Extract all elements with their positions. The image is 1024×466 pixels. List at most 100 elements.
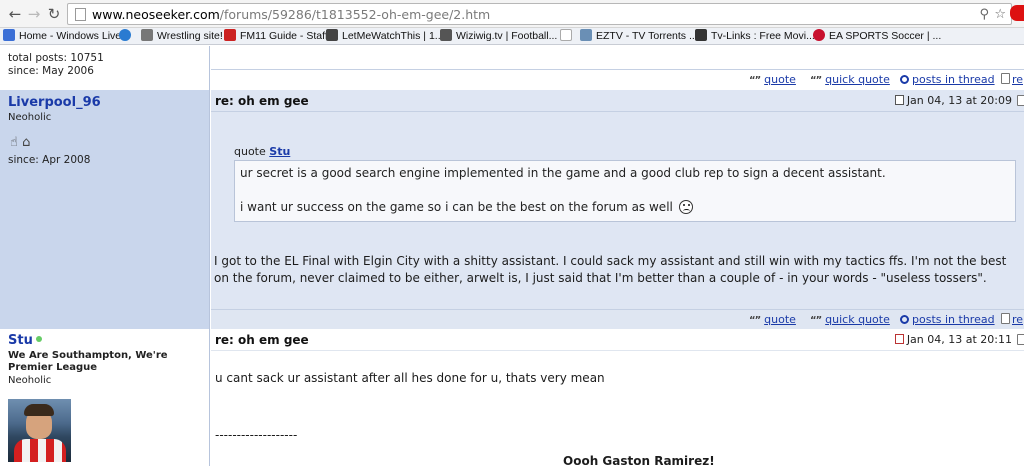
- quote-line-text: i want ur success on the game so i can b…: [240, 200, 673, 214]
- posts-in-thread-action[interactable]: posts in thread: [900, 313, 995, 326]
- bookmark-star-icon[interactable]: ☆: [994, 7, 1006, 22]
- report-action[interactable]: repo: [1001, 73, 1024, 86]
- eztv-icon: [580, 29, 592, 41]
- username-link[interactable]: Stu: [8, 333, 42, 348]
- total-posts: total posts: 10751: [8, 52, 104, 64]
- post-message: u cant sack ur assistant after all hes d…: [215, 371, 605, 385]
- member-since: since: May 2006: [8, 65, 94, 77]
- bookmark-label: Home - Windows Live: [19, 30, 122, 42]
- quote-line: i want ur success on the game so i can b…: [240, 199, 1010, 216]
- ie-icon: [119, 29, 131, 41]
- back-button-icon[interactable]: ←: [6, 5, 24, 23]
- post-date-text: Jan 04, 13 at 20:09: [906, 94, 1012, 107]
- quote-icon: “”: [749, 75, 761, 86]
- quote-link[interactable]: quote: [764, 313, 796, 326]
- post-permalink-icon[interactable]: [894, 95, 904, 105]
- report-link[interactable]: repo: [1012, 73, 1024, 86]
- user-title: We Are Southampton, We're Premier League: [8, 350, 168, 373]
- quote-box: ur secret is a good search engine implem…: [234, 160, 1016, 222]
- bookmark-item[interactable]: Wiziwig.tv | Football...: [440, 29, 557, 44]
- post-permalink-icon[interactable]: [894, 334, 904, 344]
- windows-live-icon: [3, 29, 15, 41]
- report-action[interactable]: repo: [1001, 313, 1024, 326]
- bookmark-item[interactable]: [119, 29, 135, 44]
- previous-post: total posts: 10751 since: May 2006 “” quo…: [0, 46, 1024, 90]
- forum-post: Liverpool_96 Neoholic ☝ ⌂ since: Apr 200…: [0, 90, 1024, 329]
- forum-post: Stu We Are Southampton, We're Premier Le…: [0, 329, 1024, 466]
- username-link[interactable]: Liverpool_96: [8, 95, 101, 110]
- user-badge-icons: ☝ ⌂: [10, 135, 30, 150]
- reload-button-icon[interactable]: ↻: [45, 5, 63, 23]
- bookmark-label: EA SPORTS Soccer | ...: [829, 30, 942, 42]
- magnifier-icon: [900, 315, 909, 324]
- post-user-column: Stu We Are Southampton, We're Premier Le…: [0, 329, 210, 466]
- post-actions: “” quote “” quick quote posts in thread re…: [211, 309, 1024, 329]
- blank-page-icon: [560, 29, 572, 41]
- bookmark-item[interactable]: Tv-Links : Free Movi...: [695, 29, 815, 44]
- bookmark-label: LetMeWatchThis | 1...: [342, 30, 444, 42]
- tv-links-icon: [695, 29, 707, 41]
- bookmark-item[interactable]: EA SPORTS Soccer | ...: [813, 29, 941, 44]
- bookmark-label: Wiziwig.tv | Football...: [456, 30, 558, 42]
- magnifier-icon: [900, 75, 909, 84]
- online-status-icon: [35, 336, 42, 342]
- bookmark-item[interactable]: LetMeWatchThis | 1...: [326, 29, 444, 44]
- post-date: Jan 04, 13 at 20:11: [894, 333, 1012, 346]
- posts-in-thread-link[interactable]: posts in thread: [912, 313, 995, 326]
- quick-quote-action[interactable]: “” quick quote: [810, 313, 890, 326]
- quote-author-link[interactable]: Stu: [269, 145, 290, 158]
- hand-icon: ☝: [10, 135, 18, 150]
- quick-quote-link[interactable]: quick quote: [825, 73, 890, 86]
- forum-page: total posts: 10751 since: May 2006 “” quo…: [0, 46, 1024, 466]
- user-rank: Neoholic: [8, 375, 52, 386]
- address-bar[interactable]: www.neoseeker.com/forums/59286/t1813552-…: [67, 3, 1012, 25]
- post-header: re: oh em gee Jan 04, 13 at 20:11: [211, 329, 1024, 351]
- sad-smiley-icon: [678, 200, 693, 214]
- bookmark-label: EZTV - TV Torrents ...: [596, 30, 698, 42]
- letmewatchthis-icon: [326, 29, 338, 41]
- quote-action[interactable]: “” quote: [749, 313, 796, 326]
- post-content: re: oh em gee Jan 04, 13 at 20:09 quote …: [211, 90, 1024, 329]
- bookmark-label: FM11 Guide - Staff: [240, 30, 328, 42]
- report-icon[interactable]: [1017, 334, 1024, 345]
- fm-icon: [224, 29, 236, 41]
- zoom-search-icon[interactable]: ⚲: [979, 7, 989, 22]
- forward-button-icon[interactable]: →: [25, 5, 43, 23]
- post-actions: “” quote “” quick quote posts in thread re…: [211, 69, 1024, 89]
- quick-quote-link[interactable]: quick quote: [825, 313, 890, 326]
- page-icon: [75, 8, 86, 21]
- extension-icon[interactable]: [1010, 5, 1024, 21]
- post-date-text: Jan 04, 13 at 20:11: [906, 333, 1012, 346]
- quote-icon: “”: [749, 315, 761, 326]
- report-icon: [1001, 313, 1010, 324]
- posts-in-thread-action[interactable]: posts in thread: [900, 73, 995, 86]
- bookmark-item[interactable]: EZTV - TV Torrents ...: [580, 29, 698, 44]
- bookmark-label: Wrestling site!: [157, 30, 223, 42]
- post-user-column: Liverpool_96 Neoholic ☝ ⌂ since: Apr 200…: [0, 90, 210, 329]
- bookmark-item[interactable]: FM11 Guide - Staff: [224, 29, 328, 44]
- bookmark-label: Tv-Links : Free Movi...: [711, 30, 815, 42]
- quick-quote-action[interactable]: “” quick quote: [810, 73, 890, 86]
- posts-in-thread-link[interactable]: posts in thread: [912, 73, 995, 86]
- wiziwig-icon: [440, 29, 452, 41]
- url-text[interactable]: www.neoseeker.com/forums/59286/t1813552-…: [92, 7, 490, 22]
- signature-text: Oooh Gaston Ramirez!: [563, 454, 715, 466]
- post-header: re: oh em gee Jan 04, 13 at 20:09: [211, 90, 1024, 112]
- browser-toolbar: ← → ↻ www.neoseeker.com/forums/59286/t18…: [0, 0, 1024, 28]
- quote-action[interactable]: “” quote: [749, 73, 796, 86]
- quote-block: quote Stu ur secret is a good search eng…: [234, 145, 1016, 222]
- ea-sports-icon: [813, 29, 825, 41]
- quick-quote-icon: “”: [810, 315, 822, 326]
- report-link[interactable]: repo: [1012, 313, 1024, 326]
- bookmarks-bar: Home - Windows Live Wrestling site! FM11…: [0, 28, 1024, 45]
- home-icon[interactable]: ⌂: [22, 135, 30, 150]
- report-icon[interactable]: [1017, 95, 1024, 106]
- signature-separator: -------------------: [215, 428, 298, 442]
- avatar[interactable]: [8, 399, 71, 462]
- post-body: quote Stu ur secret is a good search eng…: [211, 113, 1024, 308]
- bookmark-item[interactable]: Wrestling site!: [141, 29, 223, 44]
- bookmark-item[interactable]: Home - Windows Live: [3, 29, 121, 44]
- quick-quote-icon: “”: [810, 75, 822, 86]
- bookmark-item[interactable]: [560, 29, 576, 44]
- quote-link[interactable]: quote: [764, 73, 796, 86]
